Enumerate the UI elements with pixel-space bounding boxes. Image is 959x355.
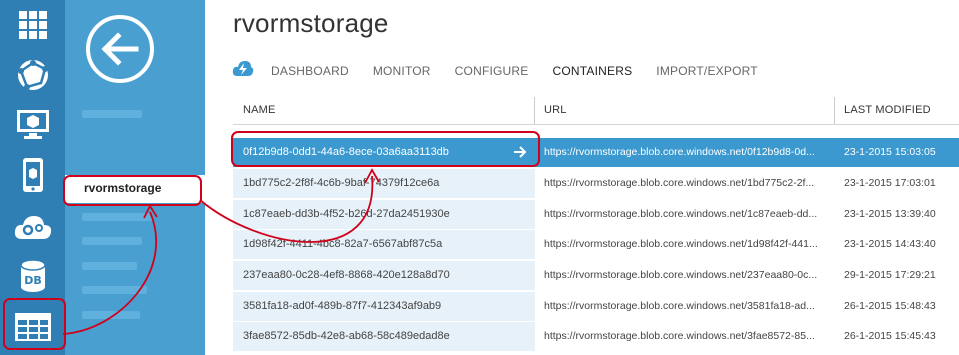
- last-modified: 23-1-2015 14:43:40: [844, 238, 936, 250]
- virtual-machine-monitor-icon[interactable]: [0, 100, 65, 150]
- last-modified: 23-1-2015 13:39:40: [844, 208, 936, 220]
- table-row[interactable]: 1d98f42f-4411-4bc8-82a7-6567abf87c5a htt…: [233, 230, 959, 259]
- container-name: 1c87eaeb-dd3b-4f52-b26d-27da2451930e: [243, 208, 450, 220]
- back-arrow-icon[interactable]: [84, 13, 156, 85]
- last-modified: 26-1-2015 15:48:43: [844, 300, 936, 312]
- table-row[interactable]: 1c87eaeb-dd3b-4f52-b26d-27da2451930e htt…: [233, 200, 959, 229]
- tab-monitor[interactable]: MONITOR: [373, 64, 431, 78]
- web-sites-globe-icon[interactable]: [0, 50, 65, 100]
- quick-start-cloud-icon[interactable]: [232, 60, 254, 83]
- cloud-services-gears-icon[interactable]: [0, 202, 65, 252]
- row-name-cell[interactable]: 1d98f42f-4411-4bc8-82a7-6567abf87c5a: [233, 230, 535, 259]
- row-name-cell[interactable]: 3581fa18-ad0f-489b-87f7-412343af9ab9: [233, 292, 535, 321]
- tab-import-export[interactable]: IMPORT/EXPORT: [656, 64, 758, 78]
- tab-configure[interactable]: CONFIGURE: [455, 64, 529, 78]
- placeholder-bar: [82, 110, 142, 118]
- azure-portal-screen: DB rvormstorage rvormstorage DASHBOARD M…: [0, 0, 959, 355]
- last-modified: 23-1-2015 15:03:05: [844, 146, 936, 158]
- container-name: 3fae8572-85db-42e8-ab68-58c489edad8e: [243, 330, 450, 342]
- container-name: 3581fa18-ad0f-489b-87f7-412343af9ab9: [243, 300, 442, 312]
- placeholder-bar: [82, 213, 152, 221]
- placeholder-bar: [82, 311, 140, 319]
- container-url: https://rvormstorage.blob.core.windows.n…: [544, 269, 818, 281]
- container-name: 237eaa80-0c28-4ef8-8868-420e128a8d70: [243, 269, 450, 281]
- table-row[interactable]: 1bd775c2-2f8f-4c6b-9baf-74379f12ce6a htt…: [233, 169, 959, 198]
- column-divider: [534, 97, 535, 125]
- tab-containers[interactable]: CONTAINERS: [552, 64, 632, 78]
- row-name-cell[interactable]: 1c87eaeb-dd3b-4f52-b26d-27da2451930e: [233, 200, 535, 229]
- last-modified: 26-1-2015 15:45:43: [844, 330, 936, 342]
- container-url: https://rvormstorage.blob.core.windows.n…: [544, 208, 818, 220]
- annotation-highlight-account: [63, 175, 202, 206]
- column-header-last-modified[interactable]: LAST MODIFIED: [844, 104, 931, 116]
- row-name-cell[interactable]: 237eaa80-0c28-4ef8-8868-420e128a8d70: [233, 261, 535, 290]
- placeholder-bar: [82, 286, 147, 294]
- table-row[interactable]: 3fae8572-85db-42e8-ab68-58c489edad8e htt…: [233, 322, 959, 351]
- column-header-url[interactable]: URL: [544, 104, 567, 116]
- container-url: https://rvormstorage.blob.core.windows.n…: [544, 177, 815, 189]
- page-title: rvormstorage: [233, 8, 389, 38]
- container-url: https://rvormstorage.blob.core.windows.n…: [544, 300, 815, 312]
- column-divider: [834, 97, 835, 125]
- annotation-highlight-storage: [3, 298, 66, 350]
- row-name-cell[interactable]: 3fae8572-85db-42e8-ab68-58c489edad8e: [233, 322, 535, 351]
- container-name: 1bd775c2-2f8f-4c6b-9baf-74379f12ce6a: [243, 177, 440, 189]
- all-items-grid-icon[interactable]: [0, 0, 65, 50]
- annotation-highlight-container: [231, 131, 540, 167]
- placeholder-bar: [82, 262, 137, 270]
- tab-dashboard[interactable]: DASHBOARD: [271, 64, 349, 78]
- last-modified: 23-1-2015 17:03:01: [844, 177, 936, 189]
- sql-database-db-icon[interactable]: DB: [0, 251, 65, 301]
- container-name: 1d98f42f-4411-4bc8-82a7-6567abf87c5a: [243, 238, 443, 250]
- row-name-cell[interactable]: 1bd775c2-2f8f-4c6b-9baf-74379f12ce6a: [233, 169, 535, 198]
- last-modified: 29-1-2015 17:29:21: [844, 269, 936, 281]
- table-row[interactable]: 237eaa80-0c28-4ef8-8868-420e128a8d70 htt…: [233, 261, 959, 290]
- table-row[interactable]: 3581fa18-ad0f-489b-87f7-412343af9ab9 htt…: [233, 292, 959, 321]
- tab-bar: DASHBOARD MONITOR CONFIGURE CONTAINERS I…: [271, 64, 782, 78]
- placeholder-bar: [82, 237, 142, 245]
- column-header-name[interactable]: NAME: [243, 104, 276, 116]
- mobile-services-phone-icon[interactable]: [0, 150, 65, 200]
- container-url: https://rvormstorage.blob.core.windows.n…: [544, 330, 815, 342]
- db-label: DB: [24, 274, 42, 287]
- container-url: https://rvormstorage.blob.core.windows.n…: [544, 146, 815, 158]
- container-url: https://rvormstorage.blob.core.windows.n…: [544, 238, 818, 250]
- header-divider: [233, 124, 959, 125]
